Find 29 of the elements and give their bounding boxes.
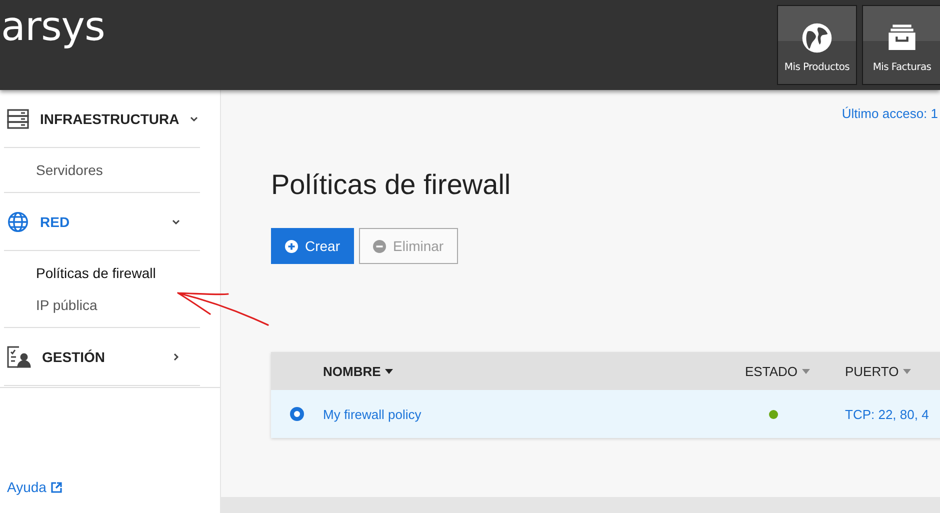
nav-item[interactable]: Políticas de firewall xyxy=(4,257,200,289)
column-header[interactable]: PUERTO xyxy=(845,364,940,378)
sort-caret-icon xyxy=(902,368,911,374)
plus-circle-icon xyxy=(285,240,298,252)
globe-icon xyxy=(7,210,29,232)
nav-item[interactable]: Servidores xyxy=(4,154,200,186)
external-link-icon xyxy=(51,482,62,492)
section-header[interactable]: INFRAESTRUCTURA xyxy=(40,110,180,126)
invoices-button[interactable]: Mis Facturas xyxy=(862,5,940,85)
sort-caret-icon xyxy=(802,368,810,374)
server-icon xyxy=(7,108,29,130)
globe-icon xyxy=(801,22,833,54)
last-access-text: Último acceso: 1 xyxy=(842,106,938,121)
column-header[interactable]: ESTADO xyxy=(745,364,845,378)
products-button[interactable]: Mis Productos xyxy=(777,5,857,85)
sort-caret-icon xyxy=(384,368,393,374)
minus-circle-icon xyxy=(373,240,386,252)
nav-item[interactable]: IP pública xyxy=(4,289,200,321)
column-header[interactable]: NOMBRE xyxy=(323,364,745,378)
radio-button[interactable] xyxy=(290,407,304,421)
help-link[interactable]: Ayuda xyxy=(7,479,62,495)
profile-icon xyxy=(7,346,31,368)
page-title: Políticas de firewall xyxy=(271,169,512,201)
policy-name-link[interactable]: My firewall policy xyxy=(323,406,745,422)
table-cell-text: TCP: 22, 80, 4 xyxy=(845,406,930,422)
create-button[interactable]: Crear xyxy=(271,228,354,264)
section-header[interactable]: RED xyxy=(40,214,161,230)
section-header[interactable]: GESTIÓN xyxy=(42,348,161,364)
logo: arsys xyxy=(1,4,105,50)
